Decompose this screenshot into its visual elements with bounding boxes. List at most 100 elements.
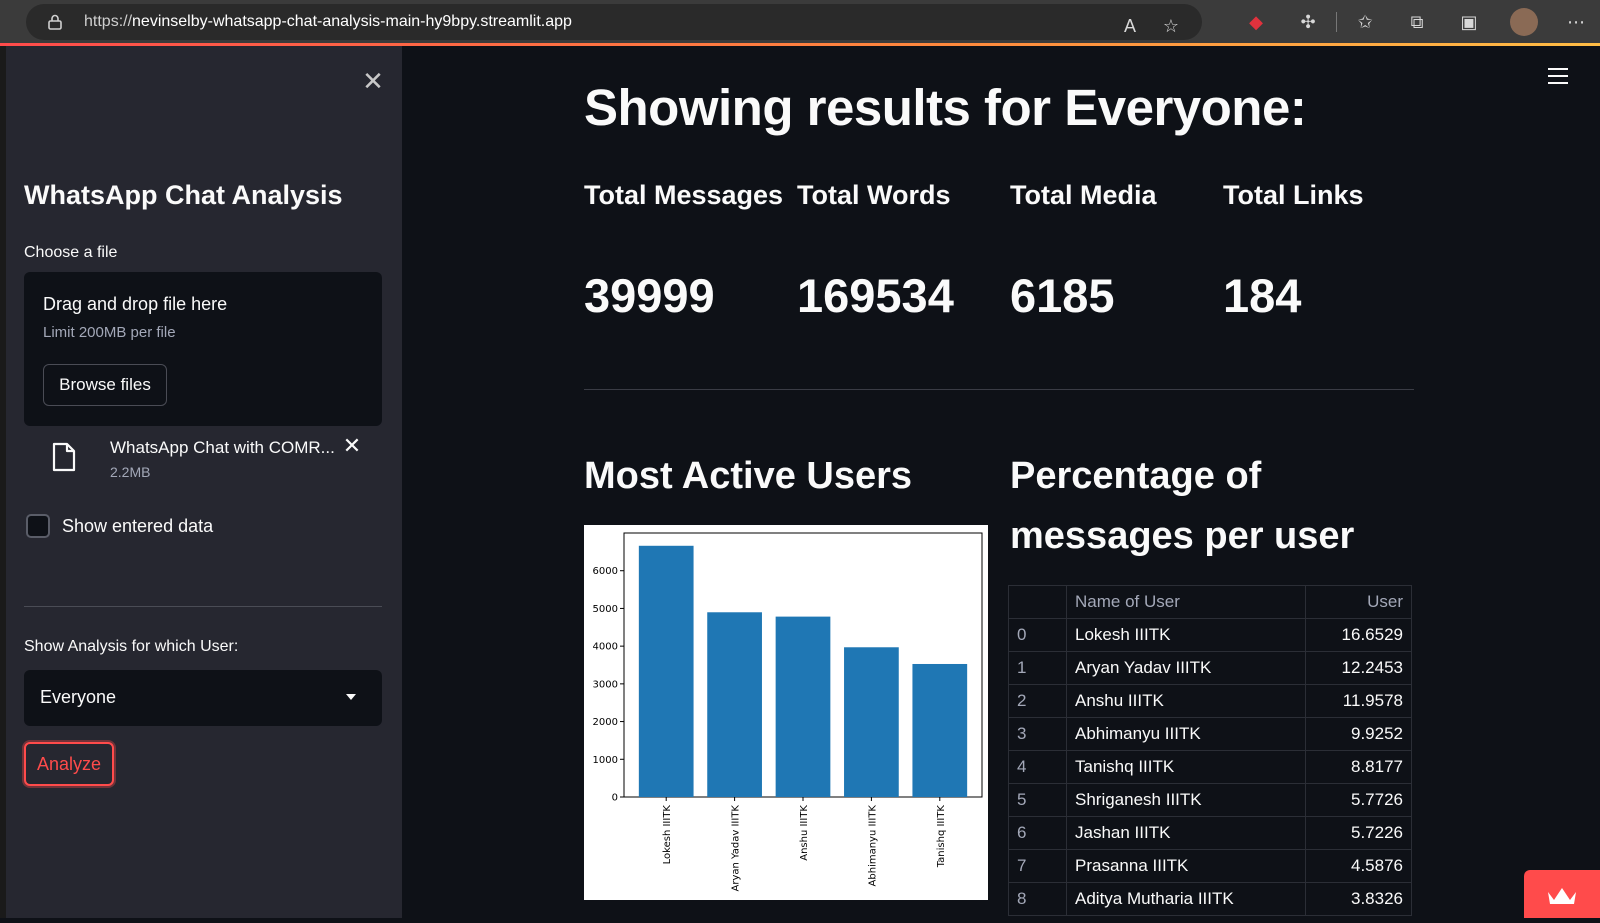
row-percent: 16.6529: [1304, 618, 1413, 652]
y-tick-label: 5000: [593, 604, 618, 615]
sidebar-divider: [24, 606, 382, 607]
sidebar: ✕ WhatsApp Chat Analysis Choose a file D…: [6, 46, 402, 918]
row-percent: 3.8326: [1304, 882, 1413, 916]
row-percent: 5.7226: [1304, 816, 1413, 850]
x-tick-label: Aryan Yadav IIITK: [731, 805, 742, 892]
row-percent: 5.7726: [1304, 783, 1413, 817]
read-aloud-icon[interactable]: A: [1118, 14, 1142, 38]
user-select[interactable]: Everyone: [24, 670, 382, 726]
percentage-table: Name of User User 0 Lokesh IIITK 16.6529 1…: [1008, 585, 1413, 916]
table-row: 2 Anshu IIITK 11.9578: [1008, 684, 1413, 718]
most-active-users-title: Most Active Users: [584, 455, 913, 497]
file-size: 2.2MB: [110, 464, 151, 480]
table-row: 6 Jashan IIITK 5.7226: [1008, 816, 1413, 850]
stat-value-media: 6185: [1010, 269, 1115, 322]
y-tick-label: 2000: [593, 717, 618, 728]
row-index: 1: [1008, 651, 1067, 685]
streamlit-badge[interactable]: [1524, 870, 1600, 918]
stat-label-words: Total Words: [797, 180, 951, 210]
x-tick-label: Abhimanyu IIITK: [867, 805, 878, 887]
table-row: 7 Prasanna IIITK 4.5876: [1008, 849, 1413, 883]
file-dropzone[interactable]: Drag and drop file here Limit 200MB per …: [24, 272, 382, 426]
table-header-name: Name of User: [1066, 585, 1306, 619]
close-sidebar-icon[interactable]: ✕: [358, 66, 388, 96]
browse-files-button[interactable]: Browse files: [43, 364, 167, 406]
toolbar-divider: [1336, 12, 1337, 32]
most-active-users-chart: 0 1000 2000 3000 4000 5000 6000 Lokesh IIITK Ary…: [584, 525, 988, 900]
table-row: 8 Aditya Mutharia IIITK 3.8326: [1008, 882, 1413, 916]
row-index: 0: [1008, 618, 1067, 652]
row-percent: 9.9252: [1304, 717, 1413, 751]
y-tick-label: 3000: [593, 679, 618, 690]
row-name: Prasanna IIITK: [1066, 849, 1306, 883]
table-row: 5 Shriganesh IIITK 5.7726: [1008, 783, 1413, 817]
row-percent: 11.9578: [1304, 684, 1413, 718]
table-row: 4 Tanishq IIITK 8.8177: [1008, 750, 1413, 784]
row-name: Aryan Yadav IIITK: [1066, 651, 1306, 685]
stat-label-links: Total Links: [1223, 180, 1364, 210]
table-row: 0 Lokesh IIITK 16.6529: [1008, 618, 1413, 652]
remove-file-icon[interactable]: ✕: [340, 434, 364, 458]
table-header-user: User: [1304, 585, 1413, 619]
bar: [844, 647, 899, 797]
row-name: Jashan IIITK: [1066, 816, 1306, 850]
favorites-icon[interactable]: ✩: [1353, 10, 1377, 34]
bar-chart: 0 1000 2000 3000 4000 5000 6000 Lokesh IIITK Ary…: [593, 532, 983, 892]
browser-toolbar: https://nevinselby-whatsapp-chat-analysi…: [0, 0, 1600, 44]
row-percent: 8.8177: [1304, 750, 1413, 784]
stat-value-links: 184: [1223, 269, 1302, 322]
y-tick-label: 1000: [593, 755, 618, 766]
row-index: 5: [1008, 783, 1067, 817]
row-name: Shriganesh IIITK: [1066, 783, 1306, 817]
user-select-label: Show Analysis for which User:: [24, 638, 239, 655]
row-name: Abhimanyu IIITK: [1066, 717, 1306, 751]
section-divider: [584, 389, 1414, 390]
user-select-value: Everyone: [40, 687, 117, 707]
row-index: 4: [1008, 750, 1067, 784]
dropzone-text: Drag and drop file here: [43, 294, 228, 314]
show-entered-data-checkbox[interactable]: Show entered data: [26, 512, 213, 540]
x-tick-label: Anshu IIITK: [799, 805, 810, 861]
bar: [707, 612, 762, 797]
collections-icon[interactable]: ⧉: [1405, 10, 1429, 34]
url-text: https://nevinselby-whatsapp-chat-analysi…: [84, 13, 572, 30]
x-tick-label: Lokesh IIITK: [662, 805, 673, 865]
dropzone-limit: Limit 200MB per file: [43, 324, 176, 341]
row-index: 2: [1008, 684, 1067, 718]
math-solver-icon[interactable]: ▣: [1457, 10, 1481, 34]
row-percent: 12.2453: [1304, 651, 1413, 685]
file-uploader-label: Choose a file: [24, 244, 118, 261]
uploaded-file: WhatsApp Chat with COMR... 2.2MB ✕: [24, 430, 382, 490]
file-icon: [52, 442, 76, 472]
percentage-title-line1: Percentage of: [1010, 455, 1262, 497]
more-menu-icon[interactable]: ⋯: [1564, 10, 1588, 34]
pocket-icon[interactable]: ◆: [1244, 10, 1268, 34]
row-index: 8: [1008, 882, 1067, 916]
row-name: Anshu IIITK: [1066, 684, 1306, 718]
table-header-index: [1008, 585, 1067, 619]
row-index: 7: [1008, 849, 1067, 883]
stat-label-messages: Total Messages: [584, 180, 784, 210]
analyze-button[interactable]: Analyze: [24, 742, 114, 786]
table-row: 3 Abhimanyu IIITK 9.9252: [1008, 717, 1413, 751]
checkbox-label: Show entered data: [62, 515, 214, 536]
stat-label-media: Total Media: [1010, 180, 1157, 210]
y-tick-label: 4000: [593, 642, 618, 653]
extensions-icon[interactable]: ✣: [1296, 10, 1320, 34]
favorite-add-icon[interactable]: ☆: [1159, 14, 1183, 38]
file-name: WhatsApp Chat with COMR...: [110, 438, 335, 457]
y-tick-label: 0: [612, 793, 618, 804]
row-name: Aditya Mutharia IIITK: [1066, 882, 1306, 916]
row-index: 6: [1008, 816, 1067, 850]
row-name: Lokesh IIITK: [1066, 618, 1306, 652]
checkbox-box[interactable]: [26, 514, 50, 538]
bar: [912, 663, 968, 797]
row-index: 3: [1008, 717, 1067, 751]
profile-avatar[interactable]: [1510, 8, 1538, 36]
address-bar[interactable]: https://nevinselby-whatsapp-chat-analysi…: [26, 4, 1202, 40]
row-name: Tanishq IIITK: [1066, 750, 1306, 784]
main-menu-icon[interactable]: [1548, 68, 1568, 86]
chevron-down-icon: [346, 694, 356, 700]
page-title: Showing results for Everyone:: [584, 79, 1307, 136]
y-tick-label: 6000: [593, 566, 618, 577]
